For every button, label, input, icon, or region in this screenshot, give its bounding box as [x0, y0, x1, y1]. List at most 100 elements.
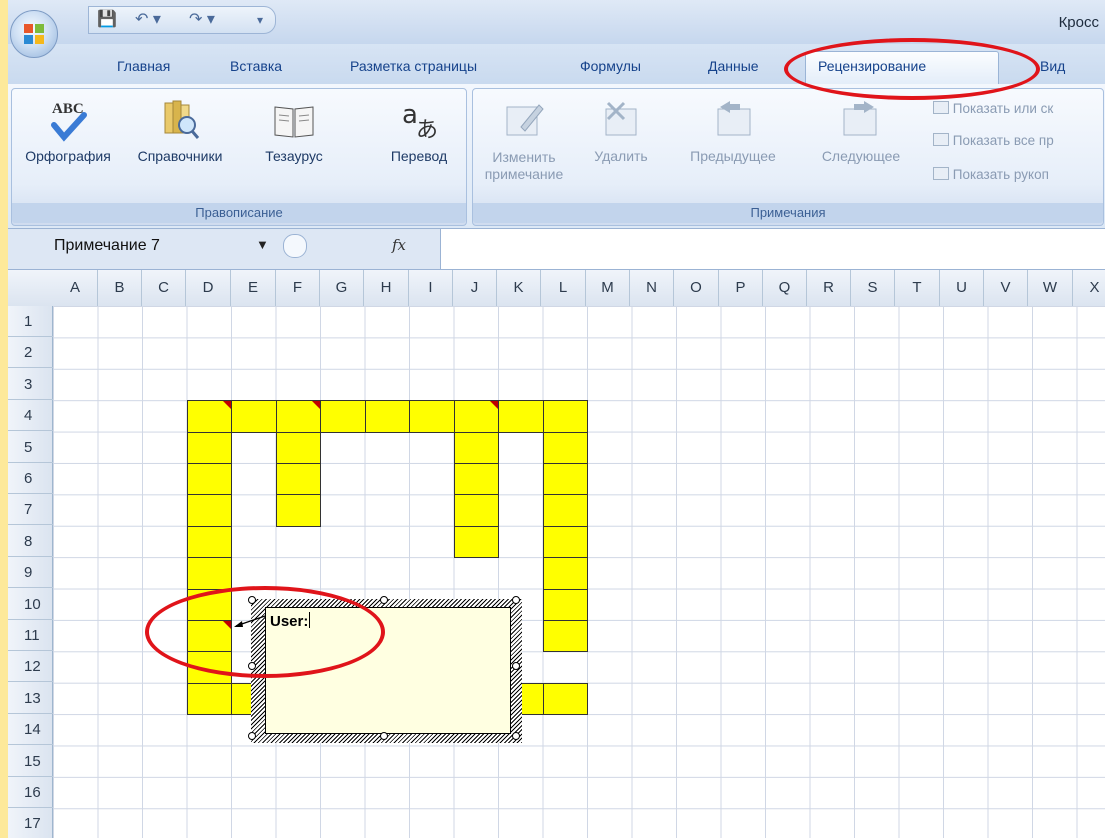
row-header-9[interactable]: 9	[8, 557, 53, 589]
row-header-3[interactable]: 3	[8, 369, 53, 400]
crossword-cell[interactable]	[542, 400, 588, 433]
resize-handle[interactable]	[512, 596, 520, 604]
column-header-w[interactable]: W	[1028, 270, 1073, 306]
crossword-cell[interactable]	[498, 400, 544, 433]
row-header-14[interactable]: 14	[8, 714, 53, 746]
crossword-cell[interactable]	[275, 431, 321, 464]
name-box[interactable]: Примечание 7	[54, 237, 160, 255]
resize-handle[interactable]	[380, 596, 388, 604]
crossword-cell[interactable]	[186, 525, 232, 559]
row-header-17[interactable]: 17	[8, 808, 53, 838]
crossword-cell[interactable]	[453, 463, 499, 496]
crossword-cell[interactable]	[453, 400, 499, 433]
formula-input[interactable]	[440, 229, 1105, 269]
column-header-l[interactable]: L	[541, 270, 586, 306]
row-header-13[interactable]: 13	[8, 683, 53, 714]
tab-data[interactable]: Данные	[708, 58, 759, 74]
formula-bar-expand-icon[interactable]	[283, 234, 307, 258]
crossword-cell[interactable]	[231, 400, 277, 433]
column-header-n[interactable]: N	[630, 270, 674, 306]
crossword-cell[interactable]	[186, 682, 232, 716]
row-header-12[interactable]: 12	[8, 651, 53, 683]
show-ink-button[interactable]: Показать рукоп	[933, 167, 1049, 182]
crossword-cell[interactable]	[275, 463, 321, 496]
show-hide-comment-button[interactable]: Показать или ск	[933, 101, 1053, 116]
crossword-cell[interactable]	[275, 494, 321, 527]
customize-qat-icon[interactable]: ▾	[257, 10, 263, 30]
thesaurus-button[interactable]: Тезаурус	[240, 95, 348, 164]
row-header-10[interactable]: 10	[8, 589, 53, 620]
insert-function-icon[interactable]: fx	[392, 236, 406, 254]
crossword-cell[interactable]	[186, 463, 232, 496]
office-button[interactable]	[10, 10, 58, 58]
column-header-f[interactable]: F	[276, 270, 320, 306]
row-header-11[interactable]: 11	[8, 620, 53, 651]
crossword-cell[interactable]	[542, 463, 588, 496]
name-box-dropdown-icon[interactable]: ▼	[256, 237, 269, 252]
undo-icon[interactable]: ↶ ▾	[135, 10, 161, 30]
column-header-p[interactable]: P	[719, 270, 763, 306]
column-header-q[interactable]: Q	[763, 270, 807, 306]
redo-icon[interactable]: ↷ ▾	[189, 10, 215, 30]
column-header-u[interactable]: U	[940, 270, 984, 306]
crossword-cell[interactable]	[453, 525, 499, 559]
crossword-cell[interactable]	[542, 620, 588, 653]
save-icon[interactable]: 💾	[97, 10, 117, 30]
column-header-b[interactable]: B	[98, 270, 142, 306]
next-comment-button[interactable]: Следующее	[813, 95, 909, 164]
crossword-cell[interactable]	[453, 431, 499, 464]
column-header-i[interactable]: I	[409, 270, 453, 306]
crossword-cell[interactable]	[542, 494, 588, 527]
crossword-cell[interactable]	[186, 557, 232, 590]
column-header-m[interactable]: M	[586, 270, 630, 306]
resize-handle[interactable]	[380, 732, 388, 740]
crossword-cell[interactable]	[542, 431, 588, 464]
column-header-o[interactable]: O	[674, 270, 719, 306]
tab-view[interactable]: Вид	[1040, 58, 1065, 74]
row-header-8[interactable]: 8	[8, 526, 53, 557]
column-header-a[interactable]: A	[53, 270, 98, 306]
row-header-7[interactable]: 7	[8, 494, 53, 526]
spelling-button[interactable]: ABC Орфография	[16, 95, 120, 164]
crossword-cell[interactable]	[409, 400, 455, 433]
crossword-cell[interactable]	[542, 588, 588, 621]
column-header-x[interactable]: X	[1073, 270, 1105, 306]
crossword-cell[interactable]	[320, 400, 366, 433]
translate-button[interactable]: a あ Перевод	[374, 95, 464, 164]
crossword-cell[interactable]	[186, 400, 232, 433]
crossword-cell[interactable]	[542, 557, 588, 590]
row-header-5[interactable]: 5	[8, 432, 53, 463]
research-button[interactable]: Справочники	[120, 95, 240, 164]
crossword-cell[interactable]	[453, 494, 499, 527]
column-header-h[interactable]: H	[364, 270, 409, 306]
crossword-cell[interactable]	[364, 400, 410, 433]
resize-handle[interactable]	[512, 662, 520, 670]
row-header-1[interactable]: 1	[8, 306, 53, 337]
column-header-d[interactable]: D	[186, 270, 231, 306]
column-header-e[interactable]: E	[231, 270, 276, 306]
tab-insert[interactable]: Вставка	[230, 58, 282, 74]
row-header-15[interactable]: 15	[8, 746, 53, 777]
tab-formulas[interactable]: Формулы	[580, 58, 641, 74]
row-header-6[interactable]: 6	[8, 463, 53, 494]
crossword-cell[interactable]	[186, 494, 232, 527]
column-header-t[interactable]: T	[895, 270, 940, 306]
column-header-v[interactable]: V	[984, 270, 1028, 306]
tab-page-layout[interactable]: Разметка страницы	[350, 58, 477, 74]
previous-comment-button[interactable]: Предыдущее	[685, 95, 781, 164]
row-header-16[interactable]: 16	[8, 777, 53, 808]
delete-comment-button[interactable]: Удалить	[581, 95, 661, 164]
column-header-j[interactable]: J	[453, 270, 497, 306]
show-all-comments-button[interactable]: Показать все пр	[933, 133, 1054, 148]
column-header-s[interactable]: S	[851, 270, 895, 306]
column-header-c[interactable]: C	[142, 270, 186, 306]
column-header-r[interactable]: R	[807, 270, 851, 306]
crossword-cell[interactable]	[542, 525, 588, 559]
crossword-cell[interactable]	[186, 431, 232, 464]
row-header-4[interactable]: 4	[8, 400, 53, 432]
crossword-cell[interactable]	[275, 400, 321, 433]
tab-home[interactable]: Главная	[117, 58, 170, 74]
column-header-k[interactable]: K	[497, 270, 541, 306]
row-header-2[interactable]: 2	[8, 337, 53, 369]
resize-handle[interactable]	[512, 732, 520, 740]
